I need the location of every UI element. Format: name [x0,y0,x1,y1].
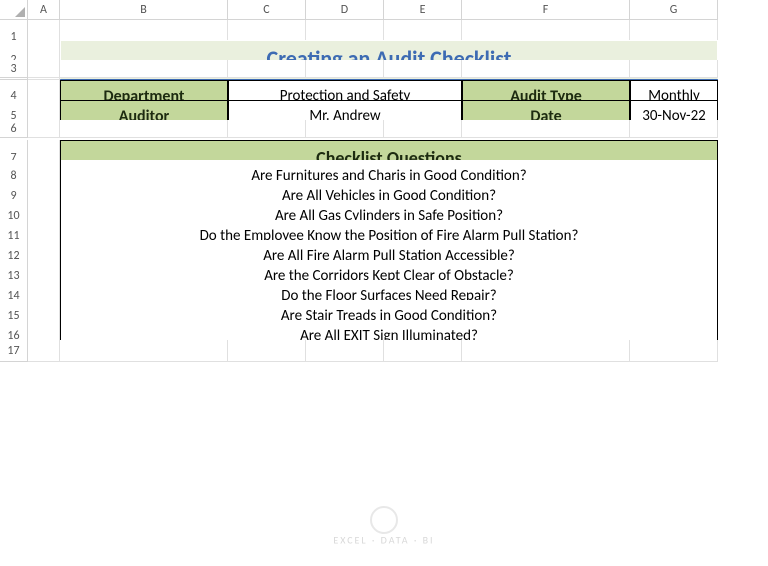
row-header-6[interactable]: 6 [0,120,28,138]
row-header-3[interactable]: 3 [0,60,28,78]
watermark-text: EXCEL · DATA · BI [333,534,434,547]
spreadsheet-grid[interactable]: A B C D E F G 1 2 Creating an Audit Chec… [0,0,768,360]
cell[interactable] [60,340,228,362]
cell[interactable] [462,340,630,362]
cell[interactable] [28,120,60,138]
watermark-icon [370,506,398,534]
cell[interactable] [384,60,462,78]
cell[interactable] [228,340,306,362]
row-header-17[interactable]: 17 [0,340,28,362]
cell[interactable] [228,60,306,78]
col-header-A[interactable]: A [28,0,60,20]
cell[interactable] [28,60,60,78]
col-header-C[interactable]: C [228,0,306,20]
cell[interactable] [60,120,228,138]
col-header-G[interactable]: G [630,0,718,20]
cell[interactable] [306,340,384,362]
cell[interactable] [306,60,384,78]
cell[interactable] [630,340,718,362]
cell[interactable] [384,120,462,138]
select-all-corner[interactable] [0,0,28,20]
cell[interactable] [60,60,228,78]
cell[interactable] [462,120,630,138]
cell[interactable] [630,60,718,78]
cell[interactable] [306,120,384,138]
cell[interactable] [384,340,462,362]
col-header-E[interactable]: E [384,0,462,20]
col-header-D[interactable]: D [306,0,384,20]
col-header-B[interactable]: B [60,0,228,20]
cell[interactable] [630,120,718,138]
cell[interactable] [228,120,306,138]
cell[interactable] [28,340,60,362]
col-header-F[interactable]: F [462,0,630,20]
cell[interactable] [462,60,630,78]
